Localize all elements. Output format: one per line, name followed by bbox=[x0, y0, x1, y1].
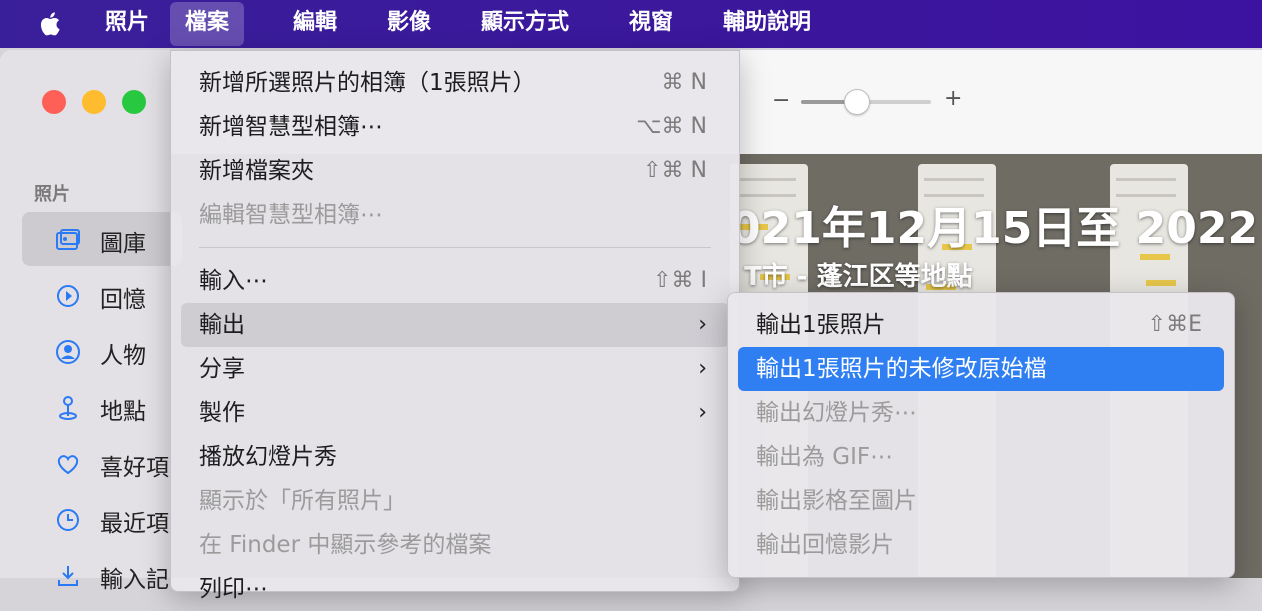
sidebar-item-label: 人物 bbox=[100, 343, 146, 369]
shortcut-label: ⇧⌘E bbox=[1147, 312, 1202, 337]
sidebar-section-photos: 照片 bbox=[34, 184, 70, 205]
menu-item-label: 列印⋯ bbox=[199, 576, 268, 602]
shortcut-label: ⇧⌘ I bbox=[653, 268, 707, 293]
shortcut-label: ⌥⌘ N bbox=[636, 114, 707, 139]
menu-item-export[interactable]: 輸出 › bbox=[181, 303, 729, 347]
memories-icon bbox=[54, 282, 82, 310]
menu-item-label: 輸出1張照片 bbox=[756, 312, 886, 338]
menu-separator bbox=[199, 247, 711, 248]
menu-item-label: 輸出為 GIF⋯ bbox=[756, 444, 894, 470]
menu-item-label: 輸出幻燈片秀⋯ bbox=[756, 400, 917, 426]
menu-file[interactable]: 檔案 bbox=[170, 2, 245, 46]
zoom-out-icon[interactable]: − bbox=[772, 88, 790, 113]
clock-icon bbox=[54, 506, 82, 534]
sidebar-item-people[interactable]: 人物 bbox=[22, 324, 182, 378]
sidebar-item-label: 喜好項 bbox=[100, 455, 169, 481]
menu-item-label: 編輯智慧型相簿⋯ bbox=[199, 202, 383, 228]
menu-item-show-in-all-photos: 顯示於「所有照片」 bbox=[181, 479, 729, 523]
menu-item-show-referenced-file-in-finder: 在 Finder 中顯示參考的檔案 bbox=[181, 523, 729, 567]
sidebar-item-label: 最近項 bbox=[100, 511, 169, 537]
menu-item-export-gif: 輸出為 GIF⋯ bbox=[738, 435, 1224, 479]
menu-item-label: 分享 bbox=[199, 356, 245, 382]
file-menu: 新增所選照片的相簿（1張照片） ⌘ N 新增智慧型相簿⋯ ⌥⌘ N 新增檔案夾 … bbox=[170, 50, 740, 602]
sidebar-item-favorites[interactable]: 喜好項 bbox=[22, 436, 182, 490]
sidebar-item-label: 地點 bbox=[100, 399, 146, 425]
menu-item-new-folder[interactable]: 新增檔案夾 ⇧⌘ N bbox=[181, 149, 729, 193]
sidebar-item-label: 輸入記 bbox=[100, 567, 169, 593]
menu-window[interactable]: 視窗 bbox=[614, 0, 688, 48]
sidebar-item-memories[interactable]: 回憶 bbox=[22, 268, 182, 322]
map-pin-icon bbox=[54, 394, 82, 422]
menu-item-label: 輸出回憶影片 bbox=[756, 532, 894, 558]
menu-item-label: 播放幻燈片秀 bbox=[199, 444, 337, 470]
zoom-in-icon[interactable]: + bbox=[944, 86, 962, 111]
chevron-right-icon: › bbox=[698, 400, 707, 425]
menu-item-export-slideshow: 輸出幻燈片秀⋯ bbox=[738, 391, 1224, 435]
sidebar-item-recents[interactable]: 最近項 bbox=[22, 492, 182, 546]
menu-item-export-memory-movie: 輸出回憶影片 bbox=[738, 523, 1224, 567]
zoom-window-button[interactable] bbox=[122, 90, 146, 114]
menu-item-label: 新增智慧型相簿⋯ bbox=[199, 114, 383, 140]
menu-photos[interactable]: 照片 bbox=[90, 0, 164, 48]
menu-edit[interactable]: 編輯 bbox=[278, 0, 352, 48]
menu-help[interactable]: 輔助說明 bbox=[708, 0, 826, 48]
menu-item-label: 新增檔案夾 bbox=[199, 158, 314, 184]
menu-item-export-unmodified-original[interactable]: 輸出1張照片的未修改原始檔 bbox=[738, 347, 1224, 391]
menu-item-label: 顯示於「所有照片」 bbox=[199, 488, 406, 514]
menu-view[interactable]: 顯示方式 bbox=[466, 0, 584, 48]
export-submenu: 輸出1張照片 ⇧⌘E 輸出1張照片的未修改原始檔 輸出幻燈片秀⋯ 輸出為 GIF… bbox=[727, 292, 1235, 578]
menu-item-export-frame: 輸出影格至圖片 bbox=[738, 479, 1224, 523]
import-icon bbox=[54, 562, 82, 590]
photo-library-icon bbox=[54, 226, 82, 254]
menu-image[interactable]: 影像 bbox=[372, 0, 446, 48]
zoom-slider-knob[interactable] bbox=[843, 89, 870, 115]
chevron-right-icon: › bbox=[698, 312, 707, 337]
sidebar-item-places[interactable]: 地點 bbox=[22, 380, 182, 434]
sidebar-item-label: 回憶 bbox=[100, 287, 146, 313]
shortcut-label: ⇧⌘ N bbox=[643, 158, 707, 183]
apple-logo-icon[interactable] bbox=[36, 9, 66, 39]
moment-title: 021年12月15日至 2022 年 bbox=[730, 203, 1262, 254]
menu-item-label: 新增所選照片的相簿（1張照片） bbox=[199, 70, 536, 96]
minimize-window-button[interactable] bbox=[82, 90, 106, 114]
menu-item-import[interactable]: 輸入⋯ ⇧⌘ I bbox=[181, 259, 729, 303]
sidebar-item-imports[interactable]: 輸入記 bbox=[22, 548, 182, 602]
sidebar-item-library[interactable]: 圖庫 bbox=[22, 212, 182, 266]
menu-item-new-smart-album[interactable]: 新增智慧型相簿⋯ ⌥⌘ N bbox=[181, 105, 729, 149]
heart-icon bbox=[54, 450, 82, 478]
shortcut-label: ⌘ N bbox=[661, 70, 707, 95]
moment-location: T市 - 蓬江区等地點 bbox=[744, 262, 973, 292]
menu-item-label: 輸入⋯ bbox=[199, 268, 268, 294]
menu-bar: 照片 檔案 編輯 影像 顯示方式 視窗 輔助說明 bbox=[0, 0, 1262, 48]
menu-item-edit-smart-album: 編輯智慧型相簿⋯ bbox=[181, 193, 729, 237]
close-window-button[interactable] bbox=[42, 90, 66, 114]
menu-item-label: 輸出影格至圖片 bbox=[756, 488, 917, 514]
chevron-right-icon: › bbox=[698, 356, 707, 381]
menu-item-share[interactable]: 分享 › bbox=[181, 347, 729, 391]
menu-item-export-photo[interactable]: 輸出1張照片 ⇧⌘E bbox=[738, 303, 1224, 347]
menu-item-new-album-from-selection[interactable]: 新增所選照片的相簿（1張照片） ⌘ N bbox=[181, 61, 729, 105]
menu-item-label: 製作 bbox=[199, 400, 245, 426]
menu-item-label: 輸出1張照片的未修改原始檔 bbox=[756, 356, 1047, 382]
menu-item-label: 輸出 bbox=[199, 312, 245, 338]
menu-item-create[interactable]: 製作 › bbox=[181, 391, 729, 435]
sidebar-item-label: 圖庫 bbox=[100, 231, 146, 257]
menu-item-print[interactable]: 列印⋯ bbox=[181, 567, 729, 611]
person-icon bbox=[54, 338, 82, 366]
menu-item-label: 在 Finder 中顯示參考的檔案 bbox=[199, 532, 492, 558]
menu-item-play-slideshow[interactable]: 播放幻燈片秀 bbox=[181, 435, 729, 479]
